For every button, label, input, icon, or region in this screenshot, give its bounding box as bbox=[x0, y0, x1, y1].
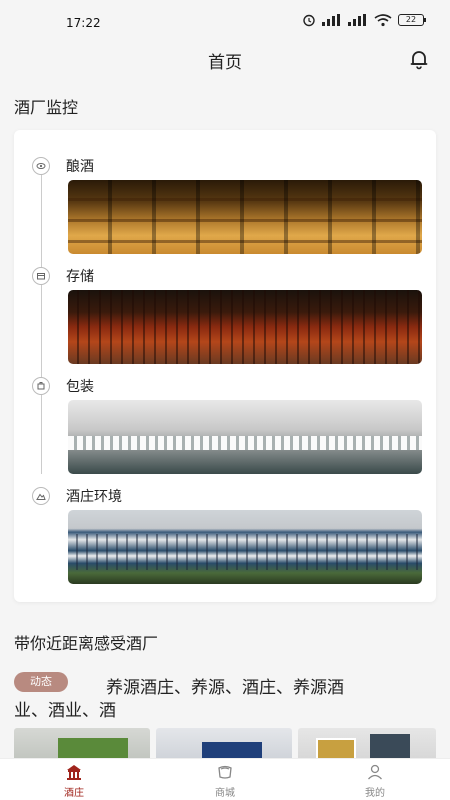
monitor-section-title: 酒厂监控 bbox=[14, 98, 79, 117]
eye-icon bbox=[32, 157, 50, 175]
status-bar: 17:22 22 bbox=[0, 0, 450, 44]
signal-icon-2 bbox=[348, 14, 366, 26]
winery-icon bbox=[67, 765, 81, 780]
status-time: 17:22 bbox=[66, 16, 101, 30]
promo-text-line1[interactable]: 养源酒庄、养源、酒庄、养源酒 bbox=[106, 673, 344, 698]
stage-storage[interactable]: 存储 bbox=[14, 250, 436, 364]
product-thumbnail[interactable] bbox=[14, 728, 150, 758]
bell-icon[interactable] bbox=[408, 48, 430, 70]
stage-label: 存储 bbox=[66, 269, 94, 285]
tab-winery[interactable]: 酒庄 bbox=[34, 761, 114, 800]
landscape-icon bbox=[32, 487, 50, 505]
alarm-icon bbox=[303, 14, 315, 27]
tab-label: 我的 bbox=[365, 788, 385, 799]
stage-brewing[interactable]: 酿酒 bbox=[14, 140, 436, 254]
stage-label: 酒庄环境 bbox=[66, 489, 122, 505]
product-thumbnail[interactable] bbox=[298, 728, 436, 758]
signal-icon bbox=[322, 14, 340, 26]
storage-camera-image[interactable] bbox=[68, 290, 422, 364]
bottom-tab-bar: 酒庄 商城 我的 bbox=[0, 758, 450, 800]
stage-estate[interactable]: 酒庄环境 bbox=[14, 470, 436, 584]
box-icon bbox=[32, 267, 50, 285]
packaging-camera-image[interactable] bbox=[68, 400, 422, 474]
brewing-camera-image[interactable] bbox=[68, 180, 422, 254]
battery-icon: 22 bbox=[398, 14, 426, 26]
monitor-card: 酿酒 存储 包装 酒庄环境 bbox=[14, 130, 436, 602]
tab-label: 酒庄 bbox=[64, 788, 84, 799]
product-thumbnail[interactable] bbox=[156, 728, 292, 758]
tab-shop[interactable]: 商城 bbox=[185, 761, 265, 800]
stage-label: 包装 bbox=[66, 379, 94, 395]
stage-packaging[interactable]: 包装 bbox=[14, 360, 436, 474]
nav-bar: 首页 bbox=[0, 44, 450, 78]
status-icons: 22 bbox=[302, 13, 426, 27]
package-icon bbox=[32, 377, 50, 395]
news-tag: 动态 bbox=[14, 672, 68, 692]
stage-label: 酿酒 bbox=[66, 159, 94, 175]
tab-mine[interactable]: 我的 bbox=[335, 761, 415, 800]
promo-section-title: 带你近距离感受酒厂 bbox=[14, 634, 159, 653]
page-title: 首页 bbox=[208, 53, 242, 73]
user-icon bbox=[368, 764, 382, 780]
wifi-icon bbox=[374, 13, 392, 26]
promo-text-line2[interactable]: 业、酒业、酒 bbox=[14, 696, 116, 721]
tab-label: 商城 bbox=[215, 788, 235, 799]
estate-camera-image[interactable] bbox=[68, 510, 422, 584]
shop-icon bbox=[218, 765, 232, 779]
